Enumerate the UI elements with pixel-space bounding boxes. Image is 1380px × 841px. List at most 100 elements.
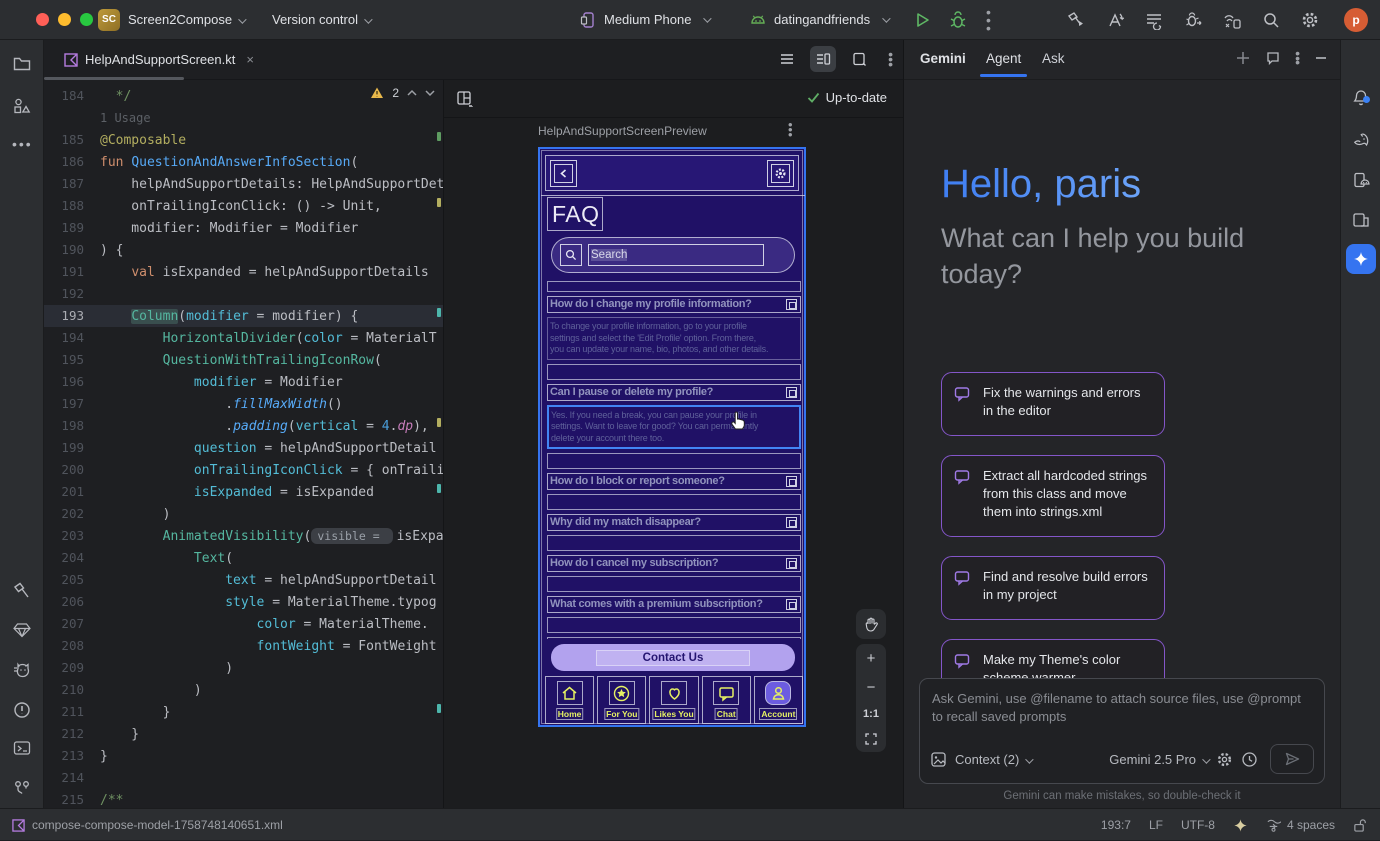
stripe-mark[interactable] — [437, 484, 441, 493]
expand-checkbox-icon[interactable] — [786, 476, 797, 487]
tab-helpandsupportscreen[interactable]: HelpAndSupportScreen.kt × — [54, 40, 264, 79]
gemini-settings-icon[interactable] — [1216, 751, 1233, 768]
preview-options-button[interactable]: ••• — [788, 122, 793, 137]
vcs-menu[interactable]: Version control — [272, 0, 370, 40]
faq-question[interactable]: Why did my match disappear? — [547, 514, 801, 531]
faq-question[interactable]: How do I cancel my subscription? — [547, 555, 801, 572]
tab-agent[interactable]: Agent — [986, 51, 1021, 66]
suggestion-card[interactable]: Fix the warnings and errors in the edito… — [941, 372, 1165, 436]
nav-item-account[interactable]: Account — [754, 676, 803, 724]
code-line[interactable]: 195 QuestionWithTrailingIconRow( — [44, 349, 443, 371]
device-selector[interactable]: Medium Phone — [578, 0, 709, 40]
todo-list-icon[interactable] — [1144, 10, 1164, 30]
code-line[interactable]: 209 ) — [44, 657, 443, 679]
zoom-actual-size-button[interactable]: 1:1 — [863, 708, 879, 720]
expand-checkbox-icon[interactable] — [786, 517, 797, 528]
code-line[interactable]: 189 modifier: Modifier = Modifier — [44, 217, 443, 239]
nav-item-chat[interactable]: Chat — [702, 676, 751, 724]
branch-selector[interactable]: datingandfriends — [748, 0, 888, 40]
nav-item-home[interactable]: Home — [545, 676, 594, 724]
phone-preview[interactable]: FAQ Search How do I change my profile in… — [538, 147, 806, 727]
suggestion-card[interactable]: Extract all hardcoded strings from this … — [941, 455, 1165, 537]
editor-options-button[interactable]: ••• — [882, 52, 893, 67]
faq-answer[interactable]: To change your profile information, go t… — [547, 317, 801, 360]
unlocked-icon[interactable] — [1353, 818, 1366, 833]
pan-tool-button[interactable] — [856, 609, 886, 639]
window-zoom-button[interactable] — [80, 13, 93, 26]
expand-checkbox-icon[interactable] — [786, 387, 797, 398]
code-line[interactable]: 211 } — [44, 701, 443, 723]
settings-icon[interactable] — [1300, 10, 1320, 30]
gemini-tool-button[interactable] — [1346, 244, 1376, 274]
code-line[interactable]: 190) { — [44, 239, 443, 261]
code-line[interactable]: 191 val isExpanded = helpAndSupportDetai… — [44, 261, 443, 283]
stripe-mark[interactable] — [437, 418, 441, 427]
code-line[interactable]: 185@Composable — [44, 129, 443, 151]
problems-icon[interactable] — [12, 700, 32, 720]
code-line[interactable]: 215/** — [44, 789, 443, 808]
code-line[interactable]: 206 style = MaterialTheme.typog — [44, 591, 443, 613]
send-button[interactable] — [1270, 744, 1314, 774]
zoom-out-button[interactable]: − — [867, 679, 876, 696]
device-manager-icon[interactable] — [1351, 211, 1371, 231]
zoom-to-fit-button[interactable] — [864, 732, 878, 746]
window-close-button[interactable] — [36, 13, 49, 26]
gemini-options-button[interactable]: ••• — [1295, 51, 1300, 65]
code-line[interactable]: 188 onTrailingIconClick: () -> Unit, — [44, 195, 443, 217]
prev-warning-icon[interactable] — [407, 89, 417, 97]
code-line[interactable]: 205 text = helpAndSupportDetail — [44, 569, 443, 591]
code-line[interactable]: 196 modifier = Modifier — [44, 371, 443, 393]
search-input[interactable]: Search — [588, 244, 764, 266]
window-minimize-button[interactable] — [58, 13, 71, 26]
settings-gear-button[interactable] — [767, 160, 794, 187]
version-control-icon[interactable] — [12, 778, 32, 798]
faq-question[interactable]: How do I block or report someone? — [547, 473, 801, 490]
sync-inspect-icon[interactable] — [1105, 10, 1125, 30]
more-tool-windows-icon[interactable]: ••• — [12, 136, 32, 156]
code-line[interactable]: 197 .fillMaxWidth() — [44, 393, 443, 415]
code-editor[interactable]: 184 */1 Usage185@Composable186fun Questi… — [44, 80, 443, 808]
stripe-mark[interactable] — [437, 198, 441, 207]
code-line[interactable]: 199 question = helpAndSupportDetail — [44, 437, 443, 459]
stripe-mark[interactable] — [437, 132, 441, 141]
build-icon[interactable] — [12, 580, 32, 600]
code-line[interactable]: 1 Usage — [44, 107, 443, 129]
app-quality-insights-icon[interactable] — [12, 620, 32, 640]
new-chat-icon[interactable] — [1235, 50, 1251, 66]
debug-button[interactable] — [948, 10, 968, 30]
model-selector[interactable]: Gemini 2.5 Pro — [1109, 752, 1208, 767]
code-line[interactable]: 208 fontWeight = FontWeight — [44, 635, 443, 657]
terminal-icon[interactable] — [12, 738, 32, 758]
code-line[interactable]: 204 Text( — [44, 547, 443, 569]
code-line[interactable]: 186fun QuestionAndAnswerInfoSection( — [44, 151, 443, 173]
file-encoding[interactable]: UTF-8 — [1181, 818, 1215, 832]
run-more-options-button[interactable]: ••• — [986, 8, 991, 32]
code-line[interactable]: 200 onTrailingIconClick = { onTraili — [44, 459, 443, 481]
expand-checkbox-icon[interactable] — [786, 558, 797, 569]
code-line[interactable]: 194 HorizontalDivider(color = MaterialT — [44, 327, 443, 349]
build-run-icon[interactable] — [1066, 10, 1086, 30]
chat-history-icon[interactable] — [1265, 50, 1281, 66]
faq-question[interactable]: What comes with a premium subscription? — [547, 596, 801, 613]
running-devices-icon[interactable] — [1351, 171, 1371, 191]
inspection-widget[interactable]: 2 — [370, 86, 435, 100]
ai-spark-icon[interactable] — [1233, 818, 1248, 833]
split-view-button[interactable] — [810, 46, 836, 72]
logcat-icon[interactable] — [12, 660, 32, 680]
nav-item-likes-you[interactable]: Likes You — [649, 676, 698, 724]
preview-title[interactable]: HelpAndSupportScreenPreview — [538, 124, 707, 138]
user-avatar[interactable]: p — [1344, 8, 1368, 32]
zoom-in-button[interactable]: + — [867, 650, 876, 667]
project-folder-icon[interactable] — [12, 54, 32, 74]
indent-setting[interactable]: 4 spaces — [1266, 818, 1335, 833]
code-line[interactable]: 210 ) — [44, 679, 443, 701]
resource-manager-icon[interactable] — [12, 96, 32, 116]
tab-close-icon[interactable]: × — [246, 52, 254, 67]
hide-panel-icon[interactable] — [1314, 51, 1328, 65]
expand-checkbox-icon[interactable] — [786, 299, 797, 310]
stripe-mark[interactable] — [437, 308, 441, 317]
code-view-button[interactable] — [774, 46, 800, 72]
status-file-name[interactable]: compose-compose-model-1758748140651.xml — [32, 818, 283, 832]
project-selector[interactable]: Screen2Compose — [128, 0, 244, 40]
stripe-mark[interactable] — [437, 704, 441, 713]
